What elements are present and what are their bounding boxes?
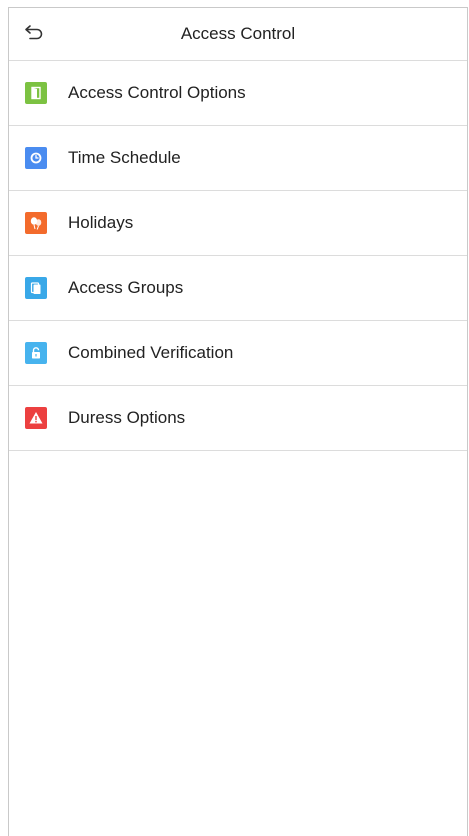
menu-item-combined-verification[interactable]: Combined Verification: [9, 321, 467, 386]
menu-item-time-schedule[interactable]: Time Schedule: [9, 126, 467, 191]
balloons-icon: [25, 212, 47, 234]
screen: Access Control Access Control Options Ti…: [8, 7, 468, 836]
menu-item-access-control-options[interactable]: Access Control Options: [9, 61, 467, 126]
menu-item-label: Access Groups: [68, 278, 184, 297]
menu-item-access-groups[interactable]: Access Groups: [9, 256, 467, 321]
group-icon: [25, 277, 47, 299]
page-title: Access Control: [180, 24, 296, 43]
menu-item-label: Access Control Options: [68, 83, 246, 102]
unlock-icon: [25, 342, 47, 364]
menu-item-label: Combined Verification: [68, 343, 234, 362]
menu-item-label: Time Schedule: [68, 148, 181, 167]
door-icon: [25, 82, 47, 104]
header-bar: Access Control: [9, 8, 467, 61]
back-button[interactable]: [21, 22, 47, 46]
back-arrow-icon: [24, 24, 44, 45]
menu-list: Access Control Options Time Schedule Hol…: [9, 61, 467, 451]
menu-item-label: Duress Options: [68, 408, 186, 427]
menu-item-duress-options[interactable]: Duress Options: [9, 386, 467, 451]
menu-item-holidays[interactable]: Holidays: [9, 191, 467, 256]
menu-item-label: Holidays: [68, 213, 134, 232]
clock-icon: [25, 147, 47, 169]
warning-icon: [25, 407, 47, 429]
